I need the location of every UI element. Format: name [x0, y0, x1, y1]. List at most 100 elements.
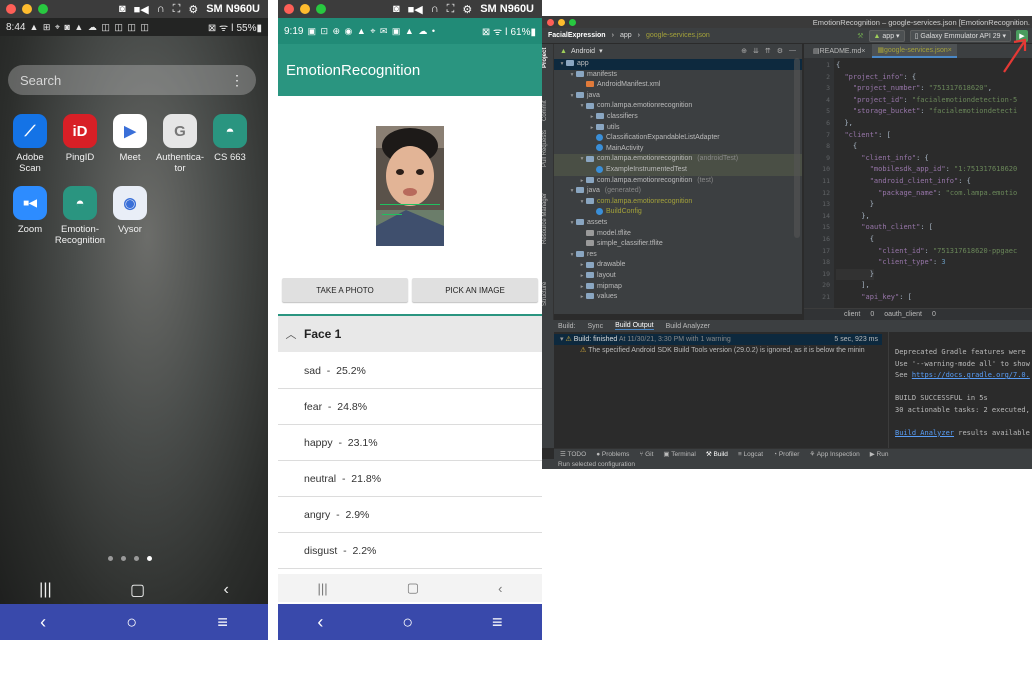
tree-scrollbar[interactable]: [794, 58, 800, 238]
window-controls[interactable]: [284, 4, 326, 14]
tree-item[interactable]: ▸ utils: [554, 123, 802, 134]
settings-gear-icon[interactable]: ⚙: [188, 3, 198, 16]
fullscreen-icon[interactable]: ⛶: [173, 3, 181, 16]
code-line[interactable]: "package_name": "com.lampa.emotio: [836, 188, 1017, 200]
tool-tab-logcat[interactable]: ≡ Logcat: [738, 451, 763, 458]
code-line[interactable]: {: [836, 141, 857, 153]
build-warning-row[interactable]: ⚠ The specified Android SDK Build Tools …: [554, 345, 882, 356]
code-line[interactable]: "oauth_client": [: [836, 222, 933, 234]
android-icon[interactable]: ◓: [63, 186, 97, 220]
android-icon[interactable]: ◓: [213, 114, 247, 148]
tree-item[interactable]: ▾ manifests: [554, 70, 802, 81]
chevron-down-icon[interactable]: ▾: [599, 47, 603, 55]
code-line[interactable]: },: [836, 211, 869, 223]
code-line[interactable]: }: [836, 268, 874, 281]
close-window-button[interactable]: [547, 18, 554, 26]
code-line[interactable]: "storage_bucket": "facialemotiondetecti: [836, 106, 1017, 118]
code-breadcrumb-item[interactable]: oauth_client: [884, 311, 922, 318]
tree-item[interactable]: ▸ layout: [554, 271, 802, 282]
breadcrumb-file[interactable]: google-services.json: [646, 32, 710, 39]
zoom-window-button[interactable]: [38, 4, 48, 14]
build-tab[interactable]: Build Output: [615, 322, 654, 330]
code-breadcrumb-item[interactable]: 0: [932, 311, 936, 318]
close-icon[interactable]: ×: [861, 48, 865, 55]
camera-icon[interactable]: ◙: [393, 3, 400, 15]
menu-icon[interactable]: ≡: [217, 612, 228, 633]
tree-item[interactable]: BuildConfig: [554, 207, 802, 218]
tool-tab-structure[interactable]: Structure: [542, 274, 554, 314]
close-window-button[interactable]: [284, 4, 294, 14]
run-config-select[interactable]: ▲ app ▾: [868, 29, 905, 42]
expand-arrow-icon[interactable]: ▾: [568, 91, 576, 102]
emotion-row[interactable]: fear - 24.8%: [278, 389, 542, 425]
code-breadcrumb-item[interactable]: client: [844, 311, 860, 318]
menu-icon[interactable]: ≡: [492, 612, 503, 633]
video-icon[interactable]: ■◀: [408, 3, 423, 16]
recents-icon[interactable]: |||: [39, 581, 51, 599]
tree-item[interactable]: model.tflite: [554, 229, 802, 240]
fullscreen-icon[interactable]: ⛶: [447, 3, 455, 16]
code-line[interactable]: "client": [: [836, 130, 890, 142]
expand-arrow-icon[interactable]: ▾: [568, 218, 576, 229]
collapse-all-icon[interactable]: ⇈: [765, 47, 771, 55]
code-editor[interactable]: { "project_info": { "project_number": "7…: [834, 58, 1032, 308]
tool-tab-todo[interactable]: ☰ TODO: [560, 450, 586, 458]
gear-icon[interactable]: ⚙: [777, 47, 783, 55]
tree-item[interactable]: ClassificationExpandableListAdapter: [554, 133, 802, 144]
vysor-icon[interactable]: ◉: [113, 186, 147, 220]
zoom-icon[interactable]: ■◀: [13, 186, 47, 220]
tree-item[interactable]: ▾ com.lampa.emotionrecognition: [554, 101, 802, 112]
expand-arrow-icon[interactable]: ▾: [578, 154, 586, 165]
tool-tab-commit[interactable]: Commit: [542, 100, 554, 122]
close-window-button[interactable]: [6, 4, 16, 14]
settings-gear-icon[interactable]: ⚙: [462, 3, 472, 16]
gradle-docs-link[interactable]: https://docs.gradle.org/7.0.: [912, 371, 1030, 379]
collapse-arrow-icon[interactable]: ▸: [588, 112, 596, 123]
minimize-window-button[interactable]: [300, 4, 310, 14]
minimize-window-button[interactable]: [22, 4, 32, 14]
app-shortcut[interactable]: ◉ Vysor: [104, 186, 156, 235]
more-options-icon[interactable]: ⋮: [230, 72, 244, 89]
tool-tab-git[interactable]: ⑂ Git: [639, 451, 653, 458]
code-breadcrumb-item[interactable]: 0: [870, 311, 874, 318]
back-icon[interactable]: ‹: [317, 612, 323, 633]
expand-arrow-icon[interactable]: ▾: [578, 197, 586, 208]
home-icon[interactable]: ○: [126, 612, 137, 633]
breadcrumb-project[interactable]: FacialExpression: [548, 32, 606, 39]
headphones-icon[interactable]: ∩: [431, 3, 439, 15]
close-icon[interactable]: ×: [948, 47, 952, 54]
headphones-icon[interactable]: ∩: [157, 3, 165, 15]
expand-arrow-icon[interactable]: ▾: [568, 70, 576, 81]
locate-icon[interactable]: ⊕: [741, 47, 747, 55]
expand-arrow-icon[interactable]: ▾: [558, 59, 566, 70]
back-icon[interactable]: ‹: [223, 581, 228, 599]
back-icon[interactable]: ‹: [498, 581, 502, 596]
tree-item[interactable]: ExampleInstrumentedTest: [554, 165, 802, 176]
app-shortcut[interactable]: ⟋ Adobe Scan: [4, 114, 56, 174]
app-shortcut[interactable]: iD PingID: [54, 114, 106, 163]
tree-item[interactable]: simple_classifier.tflite: [554, 239, 802, 250]
tool-tab-terminal[interactable]: ▣ Terminal: [663, 450, 695, 458]
zoom-window-button[interactable]: [569, 18, 576, 26]
page-dot[interactable]: [134, 556, 139, 561]
page-dot[interactable]: [121, 556, 126, 561]
collapse-arrow-icon[interactable]: ▸: [578, 292, 586, 303]
project-view-select[interactable]: Android: [571, 48, 595, 55]
collapse-arrow-icon[interactable]: ▸: [578, 260, 586, 271]
device-select[interactable]: ▯ Galaxy Emmulator API 29 ▾: [909, 29, 1011, 42]
tree-item[interactable]: ▸ drawable: [554, 260, 802, 271]
app-shortcut[interactable]: ◓ CS 663: [204, 114, 256, 163]
face-group-header[interactable]: ︿ Face 1: [278, 316, 542, 352]
emotion-row[interactable]: neutral - 21.8%: [278, 461, 542, 497]
home-icon[interactable]: ▢: [130, 580, 145, 600]
minimize-window-button[interactable]: [558, 18, 565, 26]
app-shortcut[interactable]: ▶ Meet: [104, 114, 156, 163]
tool-tab-project[interactable]: Project: [542, 46, 554, 70]
code-line[interactable]: "client_type": 3: [836, 257, 945, 269]
emotion-row[interactable]: sad - 25.2%: [278, 353, 542, 389]
tool-tab-pull-requests[interactable]: Pull Requests: [542, 126, 554, 170]
expand-arrow-icon[interactable]: ▾: [568, 186, 576, 197]
adobe-scan-icon[interactable]: ⟋: [13, 114, 47, 148]
tool-tab-build[interactable]: ⚒ Build: [706, 450, 728, 458]
code-line[interactable]: "api_key": [: [836, 292, 912, 304]
